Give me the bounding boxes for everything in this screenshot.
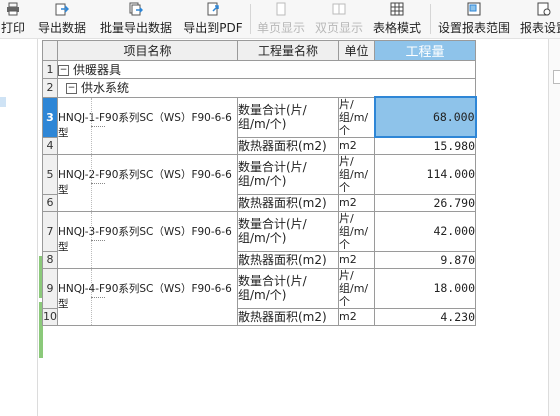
quantity-name-cell[interactable]: 数量合计(片/组/m/个) [237,267,339,309]
group-row-water-supply: − 供水系统 [57,78,476,98]
quantity-name-cell[interactable]: 散热器面积(m2) [237,307,339,326]
quantity-value-cell[interactable]: 15.980 [374,136,476,155]
quantity-value-cell-selected[interactable]: 68.000 [373,96,477,138]
quantity-value-cell[interactable]: 9.870 [374,250,476,269]
single-page-icon [276,2,286,16]
right-panel [548,39,560,416]
row-number: 4 [42,136,58,155]
table-row[interactable]: 2 − 供水系统 [42,78,476,98]
unit-cell[interactable]: m2 [338,307,375,326]
quantity-value-cell[interactable]: 114.000 [374,153,476,195]
quantity-value-cell[interactable]: 18.000 [374,267,476,309]
quantity-name-cell[interactable]: 数量合计(片/组/m/个) [237,210,339,252]
left-panel-marker [0,97,6,107]
left-panel [0,39,38,416]
print-button[interactable]: 打印 [0,0,28,38]
export-data-button[interactable]: 导出数据 [36,0,88,38]
batch-export-button[interactable]: 批量导出数据 [98,0,174,38]
unit-cell[interactable]: 片/组/m/个 [338,210,375,252]
row-number: 8 [42,250,58,269]
table-mode-button[interactable]: 表格模式 [370,0,424,38]
quantity-name-cell[interactable]: 散热器面积(m2) [237,250,339,269]
report-range-button[interactable]: 设置报表范围 [434,0,514,38]
item-name-cell[interactable]: HNQJ-1-F90系列SC（WS）F90-6-6型 [57,96,238,155]
export-data-label: 导出数据 [37,21,86,35]
row-number: 2 [42,78,58,98]
column-header-unit[interactable]: 单位 [338,40,375,61]
right-panel-tab[interactable] [553,70,560,84]
item-name: HNQJ-2-F90系列SC（WS）F90-6-6型 [58,168,232,196]
single-page-label: 单页显示 [256,21,305,35]
row-number: 6 [42,193,58,212]
quantity-name-cell[interactable]: 数量合计(片/组/m/个) [237,153,339,195]
quantity-value-cell[interactable]: 42.000 [374,210,476,252]
table-row[interactable]: 9 HNQJ-4-F90系列SC（WS）F90-6-6型 数量合计(片/组/m/… [42,267,476,326]
double-page-button[interactable]: 双页显示 [312,0,366,38]
item-name-cell[interactable]: HNQJ-3-F90系列SC（WS）F90-6-6型 [57,210,238,269]
quantity-name-cell[interactable]: 散热器面积(m2) [237,193,339,212]
row-number: 9 [42,267,58,309]
group-label: 供暖器具 [73,63,122,77]
column-header-quantity-name[interactable]: 工程量名称 [237,40,339,61]
unit-cell[interactable]: m2 [338,136,375,155]
table-row[interactable]: 3 HNQJ-1-F90系列SC（WS）F90-6-6型 数量合计(片/组/m/… [42,96,477,155]
quantity-value-cell[interactable]: 26.790 [374,193,476,212]
unit-cell[interactable]: m2 [338,250,375,269]
report-range-icon [467,2,481,16]
table-row[interactable]: 1 − 供暖器具 [42,60,476,79]
report-settings-label: 报表设置 [519,21,560,35]
unit-cell[interactable]: 片/组/m/个 [338,267,375,309]
export-pdf-button[interactable]: 导出到PDF [182,0,244,38]
double-page-icon [332,3,346,15]
table-row[interactable]: 5 HNQJ-2-F90系列SC（WS）F90-6-6型 数量合计(片/组/m/… [42,153,476,212]
quantity-value-cell[interactable]: 4.230 [374,307,476,326]
toolbar-divider [250,4,251,34]
report-toolbar: 打印 导出数据 批量导出数据 导出到PDF 单页显示 双页显示 表格模式 设置报… [0,0,560,39]
column-header-quantity[interactable]: 工程量 [374,40,476,61]
printer-icon [7,2,19,16]
table-mode-icon [390,2,404,16]
group-row-heating-equipment: − 供暖器具 [57,60,476,79]
row-number: 10 [42,307,58,326]
unit-cell[interactable]: 片/组/m/个 [338,96,375,138]
row-number: 3 [42,96,58,138]
item-name: HNQJ-3-F90系列SC（WS）F90-6-6型 [58,225,232,253]
column-header-item-name[interactable]: 项目名称 [57,40,238,61]
table-header-row: 项目名称 工程量名称 单位 工程量 [42,40,476,61]
quantity-name-cell[interactable]: 数量合计(片/组/m/个) [237,96,339,138]
double-page-label: 双页显示 [314,21,363,35]
collapse-toggle-icon[interactable]: − [58,65,69,76]
report-settings-icon [537,2,551,16]
unit-cell[interactable]: m2 [338,193,375,212]
print-label: 打印 [0,21,25,35]
toolbar-divider [430,4,431,34]
report-settings-button[interactable]: 报表设置 [516,0,560,38]
table-mode-label: 表格模式 [372,21,421,35]
report-range-label: 设置报表范围 [437,21,510,35]
export-pdf-icon [207,2,219,16]
export-pdf-label: 导出到PDF [183,21,243,35]
group-label: 供水系统 [81,81,130,95]
quantity-name-cell[interactable]: 散热器面积(m2) [237,136,339,155]
item-name-cell[interactable]: HNQJ-2-F90系列SC（WS）F90-6-6型 [57,153,238,212]
report-table: 项目名称 工程量名称 单位 工程量 1 − 供暖器具 2 − 供水系统 3 HNQJ… [42,40,477,326]
row-number: 1 [42,60,58,79]
collapse-toggle-icon[interactable]: − [66,83,77,94]
batch-export-label: 批量导出数据 [99,21,172,35]
export-data-icon [55,3,69,16]
table-row[interactable]: 7 HNQJ-3-F90系列SC（WS）F90-6-6型 数量合计(片/组/m/… [42,210,476,269]
batch-export-icon [129,2,143,16]
item-name: HNQJ-1-F90系列SC（WS）F90-6-6型 [58,111,232,139]
row-number: 7 [42,210,58,252]
item-name-cell[interactable]: HNQJ-4-F90系列SC（WS）F90-6-6型 [57,267,238,326]
item-name: HNQJ-4-F90系列SC（WS）F90-6-6型 [58,282,232,310]
row-number-header [42,40,58,61]
unit-cell[interactable]: 片/组/m/个 [338,153,375,195]
row-number: 5 [42,153,58,195]
single-page-button[interactable]: 单页显示 [254,0,308,38]
